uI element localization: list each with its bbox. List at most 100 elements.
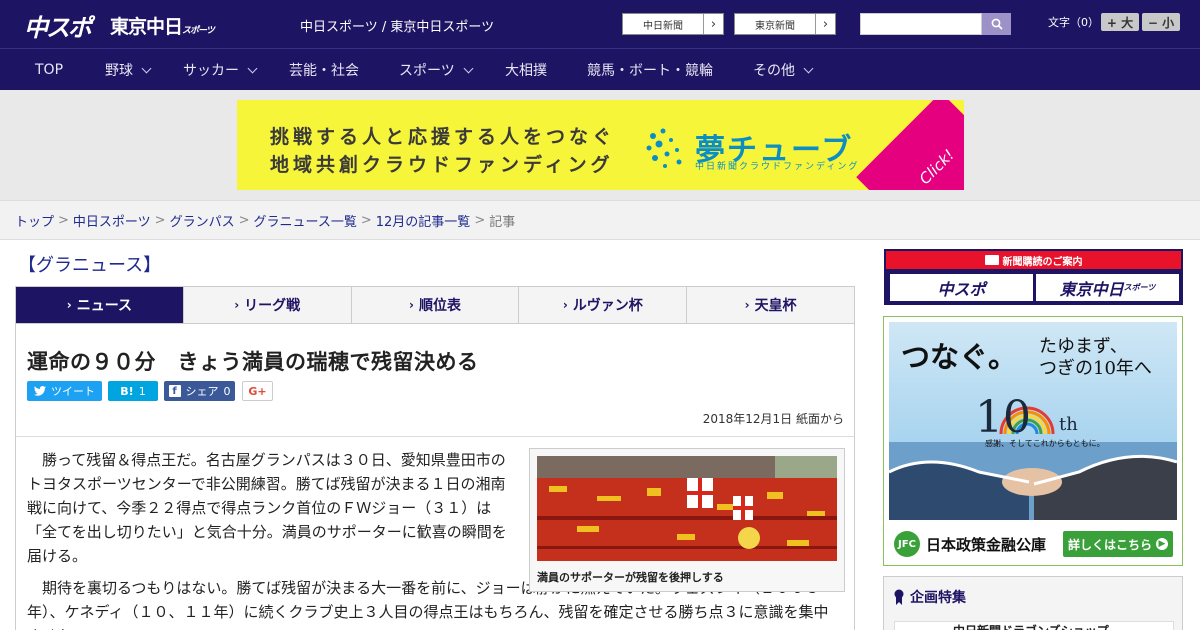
ad-headline-1: つなぐ。 bbox=[901, 340, 1018, 374]
sub-right-label: 東京中日 bbox=[1059, 279, 1124, 299]
nav-label: 野球 bbox=[105, 63, 133, 79]
hatena-icon: B! bbox=[120, 384, 134, 398]
font-size-label: 文字（0） bbox=[1048, 16, 1099, 29]
subscription-label: 新聞購読のご案内 bbox=[1002, 256, 1083, 268]
banner-line-1: 挑戦する人と応援する人をつなぐ bbox=[270, 126, 616, 148]
tab-league[interactable]: › リーグ戦 bbox=[182, 287, 351, 323]
chevron-down-icon bbox=[141, 63, 152, 73]
nav-item-baseball[interactable]: 野球 bbox=[105, 49, 152, 91]
chunichi-shimbun-label: 中日新聞 bbox=[643, 20, 683, 32]
nav-item-other[interactable]: その他 bbox=[753, 49, 814, 91]
section-title: 【グラニュース】 bbox=[18, 255, 162, 276]
tokyo-shimbun-label: 東京新聞 bbox=[755, 20, 795, 32]
nav-label: 大相撲 bbox=[505, 63, 547, 79]
facebook-share-label: シェア bbox=[185, 385, 219, 398]
crowd-image bbox=[537, 456, 837, 561]
crowdfunding-banner[interactable]: 挑戦する人と応援する人をつなぐ 地域共創クラウドファンディング 夢チューブ 中日… bbox=[237, 100, 964, 190]
breadcrumb-gura-news-list[interactable]: グラニュース一覧 bbox=[254, 211, 357, 230]
nav-label: サッカー bbox=[183, 63, 239, 79]
feature-title: 企画特集 bbox=[894, 587, 966, 607]
tab-label: リーグ戦 bbox=[244, 298, 301, 314]
breadcrumb-december-list[interactable]: 12月の記事一覧 bbox=[376, 211, 471, 230]
breadcrumb-grampus[interactable]: グランパス bbox=[170, 211, 235, 230]
ad-headline-2: たゆまず、 つぎの10年へ bbox=[1039, 336, 1152, 380]
logo-chuspo[interactable]: 中スポ bbox=[24, 8, 92, 43]
feature-title-label: 企画特集 bbox=[910, 590, 966, 606]
sub-right-small: スポーツ bbox=[1123, 283, 1156, 292]
ad-headline-2b: つぎの10年へ bbox=[1039, 358, 1152, 379]
tokyo-shimbun-link[interactable]: 東京新聞 › bbox=[734, 13, 836, 35]
tab-label: 順位表 bbox=[418, 298, 461, 314]
jfc-details-button[interactable]: 詳しくはこちら ▶ bbox=[1063, 531, 1173, 557]
nav-label: 芸能・社会 bbox=[289, 63, 359, 79]
tweet-button[interactable]: ツイート bbox=[27, 381, 102, 401]
ribbon-icon bbox=[894, 589, 904, 605]
nav-item-soccer[interactable]: サッカー bbox=[183, 49, 258, 91]
article: 運命の９０分 きょう満員の瑞穂で残留決める ツイート B! 1 f シェア 0 … bbox=[15, 324, 855, 630]
search-icon bbox=[991, 18, 1003, 30]
article-date: 2018年12月1日 紙面から bbox=[702, 412, 844, 426]
nav-item-sports[interactable]: スポーツ bbox=[399, 49, 474, 91]
nav-label: 競馬・ボート・競輪 bbox=[587, 63, 713, 79]
logo-tokyo-chunichi[interactable]: 東京中日スポーツ bbox=[110, 12, 215, 39]
chevron-right-icon: › bbox=[562, 298, 568, 312]
tab-news[interactable]: › ニュース bbox=[16, 287, 183, 323]
breadcrumb-sep: > bbox=[58, 212, 69, 228]
tab-standings[interactable]: › 順位表 bbox=[350, 287, 519, 323]
chevron-down-icon bbox=[247, 63, 258, 73]
breadcrumb-sep: > bbox=[360, 212, 372, 228]
breadcrumb-sep: > bbox=[154, 212, 166, 228]
subscribe-chuspo-button[interactable]: 中スポ bbox=[890, 274, 1033, 301]
hatena-bookmark-button[interactable]: B! 1 bbox=[108, 381, 158, 401]
breadcrumb-current: 記事 bbox=[489, 214, 516, 230]
supporters-photo[interactable] bbox=[537, 456, 837, 561]
nav-item-sumo[interactable]: 大相撲 bbox=[505, 49, 547, 91]
subscription-box: 新聞購読のご案内 中スポ 東京中日 スポーツ bbox=[884, 249, 1183, 305]
banner-sub: 中日新聞クラウドファンディング bbox=[695, 162, 860, 172]
article-photo-box: 満員のサポーターが残留を後押しする bbox=[529, 448, 845, 592]
nav-item-top[interactable]: TOP bbox=[35, 49, 63, 91]
search-input[interactable] bbox=[860, 13, 982, 35]
google-plus-button[interactable]: G+ bbox=[242, 381, 273, 401]
feature-item-dragons-shop[interactable]: 中日新聞ドラゴンズショップ bbox=[894, 621, 1174, 630]
jfc-ad[interactable]: つなぐ。 たゆまず、 つぎの10年へ 10 th 感謝、そしてこれからもともに。 … bbox=[883, 316, 1183, 566]
breadcrumb-chunichi-sports[interactable]: 中日スポーツ bbox=[73, 211, 151, 230]
article-body: 勝って残留＆得点王だ。名古屋グランパスは３０日、愛知県豊田市のトヨタスポーツセン… bbox=[27, 448, 512, 580]
article-divider bbox=[16, 436, 854, 437]
newspaper-icon bbox=[984, 255, 999, 265]
breadcrumb: トップ > 中日スポーツ > グランパス > グラニュース一覧 > 12月の記事一覧 > … bbox=[0, 200, 1200, 240]
subscribe-tokyo-chunichi-button[interactable]: 東京中日 スポーツ bbox=[1036, 274, 1179, 301]
nav-label: TOP bbox=[35, 62, 64, 78]
chevron-down-icon bbox=[463, 63, 474, 73]
facebook-share-button[interactable]: f シェア 0 bbox=[164, 381, 235, 401]
hatena-count: 1 bbox=[138, 384, 146, 398]
search-button[interactable] bbox=[982, 13, 1011, 35]
font-bigger-button[interactable]: + 大 bbox=[1101, 13, 1139, 31]
breadcrumb-top[interactable]: トップ bbox=[15, 211, 54, 230]
nav-label: その他 bbox=[753, 63, 795, 79]
breadcrumb-sep: > bbox=[238, 212, 250, 228]
article-paragraph-1: 勝って残留＆得点王だ。名古屋グランパスは３０日、愛知県豊田市のトヨタスポーツセン… bbox=[27, 451, 507, 565]
chunichi-shimbun-link[interactable]: 中日新聞 › bbox=[622, 13, 724, 35]
chevron-right-icon: › bbox=[66, 298, 72, 312]
dots-logo-icon bbox=[646, 128, 682, 168]
nav-label: スポーツ bbox=[399, 63, 455, 79]
tab-emperors-cup[interactable]: › 天皇杯 bbox=[686, 287, 854, 323]
nav-item-racing[interactable]: 競馬・ボート・競輪 bbox=[587, 49, 713, 91]
twitter-bird-icon bbox=[34, 386, 46, 396]
tab-levain-cup[interactable]: › ルヴァン杯 bbox=[518, 287, 686, 323]
facebook-share-count: 0 bbox=[223, 384, 231, 398]
tenth-suffix: th bbox=[1059, 414, 1078, 435]
feature-box: 企画特集 中日新聞ドラゴンズショップ bbox=[883, 576, 1183, 630]
play-arrow-icon: ▶ bbox=[1156, 538, 1168, 550]
font-smaller-button[interactable]: − 小 bbox=[1142, 13, 1180, 31]
nav-item-entertainment[interactable]: 芸能・社会 bbox=[289, 49, 359, 91]
google-plus-icon: G+ bbox=[248, 384, 267, 398]
tab-label: ニュース bbox=[76, 298, 133, 314]
jfc-ad-footer: JFC 日本政策金融公庫 詳しくはこちら ▶ bbox=[889, 525, 1177, 563]
facebook-icon: f bbox=[168, 385, 181, 397]
logo-tokyo-text: 東京中日 bbox=[110, 16, 183, 38]
chevron-down-icon bbox=[803, 63, 814, 73]
banner-area: 挑戦する人と応援する人をつなぐ 地域共創クラウドファンディング 夢チューブ 中日… bbox=[0, 90, 1200, 200]
jfc-ad-image: つなぐ。 たゆまず、 つぎの10年へ 10 th 感謝、そしてこれからもともに。 bbox=[889, 322, 1177, 520]
